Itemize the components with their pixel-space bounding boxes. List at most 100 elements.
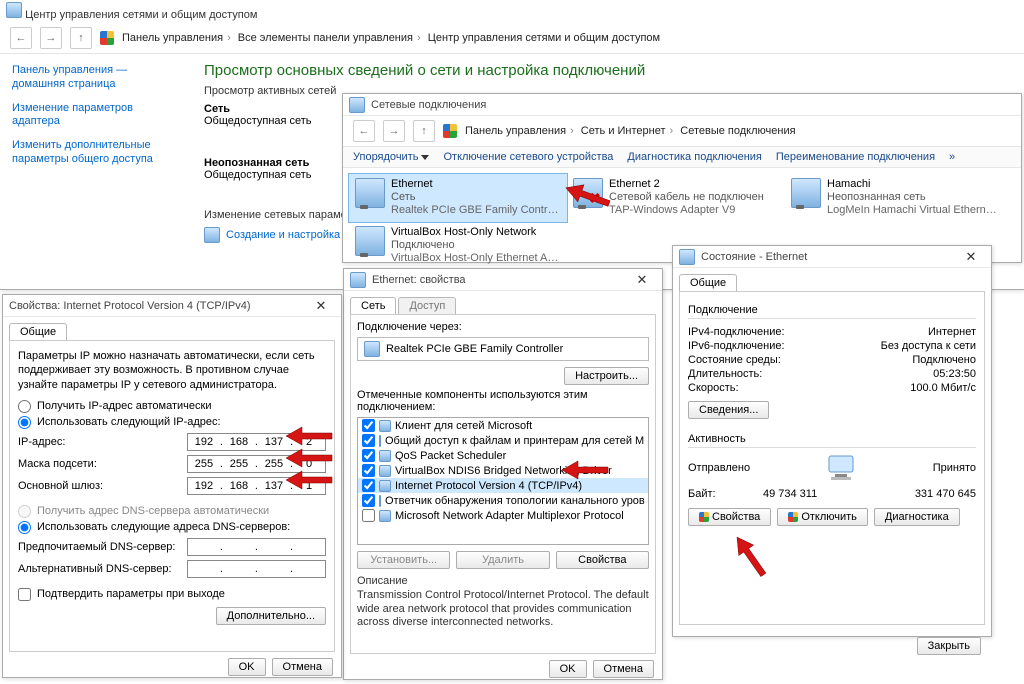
ipv6-label: IPv6-подключение: [688,340,785,352]
back-button[interactable]: ← [10,27,32,49]
breadcrumb[interactable]: Панель управления› Все элементы панели у… [122,32,660,44]
connection-item-virtualbox[interactable]: VirtualBox Host-Only Network Подключено … [349,222,567,270]
details-button[interactable]: Сведения... [688,401,769,419]
sidebar-adapter-link[interactable]: Изменение параметров адаптера [12,102,178,130]
component-row[interactable]: Общий доступ к файлам и принтерам для се… [358,433,648,448]
connection-item-ethernet2[interactable]: ✖ Ethernet 2 Сетевой кабель не подключен… [567,174,785,222]
connection-item-hamachi[interactable]: Hamachi Неопознанная сеть LogMeIn Hamach… [785,174,1003,222]
close-button[interactable]: Закрыть [917,637,981,655]
connection-name: Ethernet [391,178,561,191]
network-connections-window: Сетевые подключения ← → ↑ Панель управле… [342,93,1022,263]
chevron-down-icon [421,155,429,160]
crumb-1[interactable]: Все элементы панели управления [238,32,413,44]
close-button[interactable]: ✕ [957,249,985,265]
close-button[interactable]: ✕ [307,298,335,314]
sidebar-sharing-link[interactable]: Изменить дополнительные параметры общего… [12,139,178,167]
group-connection-label: Подключение [688,304,976,316]
subnet-mask-input[interactable]: 255.255.255.0 [187,455,326,473]
back-button[interactable]: ← [353,120,375,142]
disable-device-button[interactable]: Отключение сетевого устройства [443,151,613,163]
ok-button[interactable]: OK [549,660,587,678]
duration-value: 05:23:50 [933,368,976,380]
titlebar: Состояние - Ethernet ✕ [673,246,991,268]
ok-button[interactable]: OK [228,658,266,676]
radio-use-ip-label: Использовать следующий IP-адрес: [37,416,221,428]
shield-icon [788,512,798,522]
component-row[interactable]: Microsoft Network Adapter Multiplexor Pr… [358,508,648,523]
crumb-2[interactable]: Центр управления сетями и общим доступом [428,32,660,44]
component-properties-button[interactable]: Свойства [556,551,649,569]
more-menu[interactable]: » [949,151,952,163]
component-icon [379,435,381,447]
cancel-button[interactable]: Отмена [272,658,333,676]
window-title-text: Сетевые подключения [371,99,486,111]
configure-button[interactable]: Настроить... [564,367,649,385]
component-row[interactable]: VirtualBox NDIS6 Bridged Networking Driv… [358,463,648,478]
gateway-input[interactable]: 192.168.137.1 [187,477,326,495]
confirm-on-exit-checkbox[interactable] [18,588,31,601]
radio-auto-ip[interactable] [18,400,31,413]
preferred-dns-label: Предпочитаемый DNS-сервер: [18,541,187,553]
component-row[interactable]: QoS Packet Scheduler [358,448,648,463]
connection-item-ethernet[interactable]: Ethernet Сеть Realtek PCIe GBE Family Co… [349,174,567,222]
radio-use-dns[interactable] [18,521,31,534]
radio-use-ip[interactable] [18,416,31,429]
remove-button[interactable]: Удалить [456,551,549,569]
sidebar-home-link[interactable]: Панель управления — домашняя страница [12,64,178,92]
connection-name: Hamachi [827,178,997,191]
install-button[interactable]: Установить... [357,551,450,569]
component-checkbox[interactable] [362,419,375,432]
advanced-button[interactable]: Дополнительно... [216,607,326,625]
alternate-dns-input[interactable]: ... [187,560,326,578]
crumb-2[interactable]: Сетевые подключения [680,125,795,137]
close-button[interactable]: ✕ [628,272,656,288]
disable-button[interactable]: Отключить [777,508,868,526]
cancel-button[interactable]: Отмена [593,660,654,678]
connection-device: VirtualBox Host-Only Ethernet Ad... [391,252,561,265]
breadcrumb[interactable]: Панель управления› Сеть и Интернет› Сете… [465,125,796,137]
tab-access[interactable]: Доступ [398,297,456,314]
radio-auto-ip-label: Получить IP-адрес автоматически [37,400,211,412]
component-row[interactable]: Клиент для сетей Microsoft [358,418,648,433]
tab-general[interactable]: Общие [679,274,737,291]
component-checkbox[interactable] [362,464,375,477]
component-label: Общий доступ к файлам и принтерам для се… [385,435,644,447]
crumb-1[interactable]: Сеть и Интернет [581,125,666,137]
confirm-on-exit-label: Подтвердить параметры при выходе [37,588,225,600]
crumb-0[interactable]: Панель управления [122,32,223,44]
window-title: Центр управления сетями и общим доступом [0,0,1024,23]
connection-status: Сетевой кабель не подключен [609,191,764,204]
connection-device: TAP-Windows Adapter V9 [609,204,764,217]
components-list[interactable]: Клиент для сетей Microsoft Общий доступ … [357,417,649,545]
organize-menu[interactable]: Упорядочить [353,151,429,163]
component-checkbox[interactable] [362,494,375,507]
component-checkbox[interactable] [362,449,375,462]
diagnose-button[interactable]: Диагностика подключения [627,151,761,163]
component-checkbox[interactable] [362,509,375,522]
forward-button[interactable]: → [40,27,62,49]
tab-network[interactable]: Сеть [350,297,396,314]
breadcrumb-bar: ← → ↑ Панель управления› Сеть и Интернет… [343,116,1021,147]
tab-general[interactable]: Общие [9,323,67,340]
diagnose-button[interactable]: Диагностика [874,508,960,526]
rename-button[interactable]: Переименование подключения [776,151,935,163]
ip-address-input[interactable]: 192.168.137.2 [187,433,326,451]
adapter-icon [355,178,385,208]
properties-button[interactable]: Свойства [688,508,771,526]
bytes-sent-value: 49 734 311 [763,488,817,500]
description-label: Описание [357,575,649,589]
breadcrumb-bar: ← → ↑ Панель управления› Все элементы па… [0,23,1024,54]
component-row-ipv4[interactable]: Internet Protocol Version 4 (TCP/IPv4) [358,478,648,493]
component-checkbox[interactable] [362,434,375,447]
bytes-recv-value: 331 470 645 [915,488,976,500]
component-checkbox[interactable] [362,479,375,492]
adapter-name: Realtek PCIe GBE Family Controller [386,343,563,355]
adapter-icon [355,226,385,256]
preferred-dns-input[interactable]: ... [187,538,326,556]
crumb-0[interactable]: Панель управления [465,125,566,137]
component-row[interactable]: Ответчик обнаружения топологии канальног… [358,493,648,508]
up-button[interactable]: ↑ [70,27,92,49]
up-button[interactable]: ↑ [413,120,435,142]
description-text: Transmission Control Protocol/Internet P… [357,589,649,630]
forward-button[interactable]: → [383,120,405,142]
